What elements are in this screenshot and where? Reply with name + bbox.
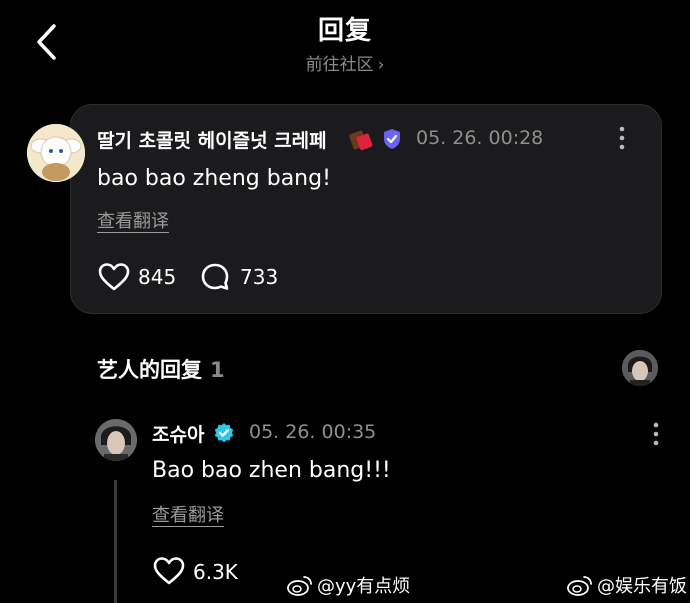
artist-replies-heading: 艺人的回复 1 [97,354,225,384]
post-content: bao bao zheng bang! [97,166,331,191]
like-count: 845 [138,265,177,289]
view-translation-link[interactable]: 查看翻译 [97,207,169,233]
page-title: 回复 [317,16,372,46]
reply-view-translation-link[interactable]: 查看翻译 [152,501,224,527]
artist-avatar-small[interactable] [622,350,658,386]
user-avatar[interactable] [27,124,85,182]
comment-count: 733 [240,265,279,289]
post-username[interactable]: 딸기 초콜릿 헤이즐넛 크레페 [97,126,327,153]
reply-more-options-icon[interactable] [648,420,664,448]
watermark-text: @yy有点烦 [317,576,411,597]
reply-count: 1 [210,358,225,382]
verified-check-icon [214,423,234,443]
thread-line [114,480,117,603]
reply-content: Bao bao zhen bang!!! [152,458,391,483]
weibo-logo-icon [287,576,312,596]
watermark-text: @娱乐有饭 [597,576,687,597]
watermark-1: @yy有点烦 [287,572,410,598]
section-title-label: 艺人的回复 [97,358,202,382]
verified-shield-icon [384,129,400,149]
watermark-2: @娱乐有饭 [567,572,687,598]
chevron-right-icon: › [377,55,385,75]
reply-heart-icon[interactable] [153,556,185,586]
post-timestamp: 05. 26. 00:28 [416,127,544,149]
weibo-logo-icon [567,576,592,596]
community-link-label: 前往社区 [305,55,374,75]
artist-username[interactable]: 조슈아 [152,420,204,447]
reply-like-count: 6.3K [193,560,238,584]
comment-icon[interactable] [200,262,230,292]
heart-icon[interactable] [98,262,130,292]
go-to-community-link[interactable]: 前往社区 › [0,50,690,75]
chocolate-bar-icon [349,130,373,151]
artist-avatar[interactable] [95,419,137,461]
more-options-icon[interactable] [614,124,630,152]
reply-timestamp: 05. 26. 00:35 [249,421,377,443]
